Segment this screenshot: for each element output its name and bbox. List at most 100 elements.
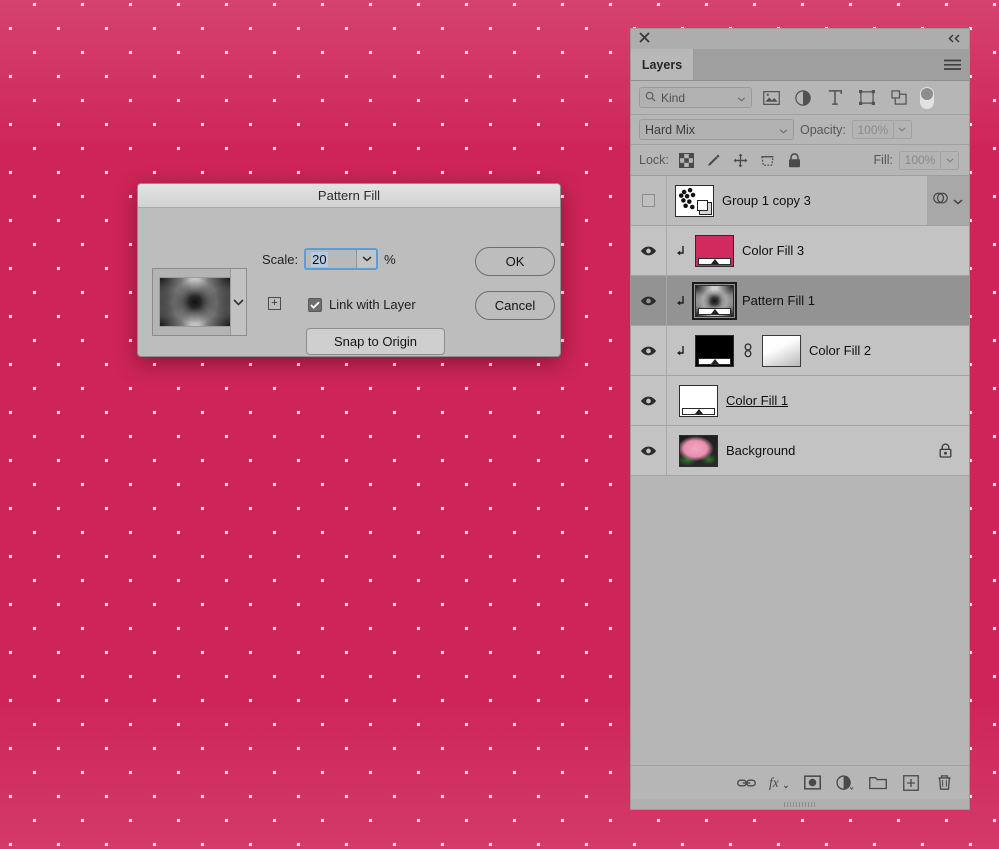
filter-kind-select[interactable]: Kind bbox=[639, 87, 752, 108]
lock-image-pixels-icon[interactable] bbox=[702, 149, 726, 171]
svg-text:fx: fx bbox=[769, 775, 779, 790]
table-row[interactable]: Color Fill 3 bbox=[631, 226, 969, 276]
layer-row-controls bbox=[927, 276, 969, 325]
chevron-down-icon bbox=[737, 91, 746, 105]
layer-visibility-toggle[interactable] bbox=[631, 326, 667, 375]
layer-name[interactable]: Group 1 copy 3 bbox=[722, 193, 811, 208]
scale-control-row: Scale: 20 % bbox=[262, 248, 396, 270]
snap-to-origin-button[interactable]: Snap to Origin bbox=[306, 328, 445, 355]
smart-object-filter-icon[interactable] bbox=[886, 87, 912, 109]
link-with-layer-row[interactable]: Link with Layer bbox=[308, 297, 416, 312]
link-chain-icon[interactable] bbox=[742, 343, 754, 358]
chevron-down-icon bbox=[779, 123, 788, 137]
fx-icon[interactable]: fx bbox=[764, 770, 794, 796]
adjustment-badge-icon[interactable] bbox=[933, 191, 948, 210]
chevron-down-icon[interactable] bbox=[953, 192, 963, 210]
fill-label: Fill: bbox=[873, 153, 893, 167]
layers-panel: Layers Kind Hard Mix Opacity: 100% Lock:… bbox=[630, 28, 970, 810]
layer-visibility-toggle[interactable] bbox=[631, 176, 667, 225]
tab-layers[interactable]: Layers bbox=[631, 49, 693, 80]
table-row[interactable]: Color Fill 2 bbox=[631, 326, 969, 376]
ok-button[interactable]: OK bbox=[475, 247, 555, 276]
layer-visibility-toggle[interactable] bbox=[631, 276, 667, 325]
background-lock-icon bbox=[927, 426, 969, 475]
scale-input-text: 20 bbox=[311, 251, 328, 267]
layer-visibility-toggle[interactable] bbox=[631, 426, 667, 475]
link-with-layer-checkbox[interactable] bbox=[308, 297, 322, 312]
layer-thumbnail[interactable] bbox=[675, 184, 714, 217]
new-group-icon[interactable] bbox=[863, 770, 893, 796]
lock-position-icon[interactable] bbox=[729, 149, 753, 171]
layer-name[interactable]: Color Fill 1 bbox=[726, 393, 788, 408]
image-filter-icon[interactable] bbox=[758, 87, 784, 109]
new-adjustment-layer-icon[interactable] bbox=[830, 770, 860, 796]
table-row[interactable]: Background bbox=[631, 426, 969, 476]
pattern-dropdown-chevron-icon[interactable] bbox=[230, 269, 246, 335]
delete-layer-icon[interactable] bbox=[929, 770, 959, 796]
scale-combobox[interactable]: 20 bbox=[304, 248, 379, 270]
panel-resize-grip[interactable] bbox=[631, 799, 969, 809]
adjustment-filter-icon[interactable] bbox=[790, 87, 816, 109]
layer-name[interactable]: Pattern Fill 1 bbox=[742, 293, 815, 308]
lock-artboard-nesting-icon[interactable] bbox=[756, 149, 780, 171]
layer-row-controls bbox=[927, 376, 969, 425]
fill-chevron-down-icon[interactable] bbox=[941, 150, 959, 170]
dialog-body: Scale: 20 % Link with Layer Snap to Orig… bbox=[138, 208, 560, 356]
fill-input[interactable]: 100% bbox=[899, 150, 941, 170]
search-icon bbox=[645, 91, 656, 105]
clipping-mask-arrow-icon bbox=[675, 345, 687, 357]
pattern-fill-dialog[interactable]: Pattern Fill Scale: 20 % Link with Layer bbox=[137, 183, 561, 357]
new-layer-icon[interactable] bbox=[896, 770, 926, 796]
layer-visibility-toggle[interactable] bbox=[631, 376, 667, 425]
dialog-titlebar[interactable]: Pattern Fill bbox=[138, 184, 560, 208]
scale-dropdown-chevron-icon[interactable] bbox=[356, 250, 377, 268]
pattern-swatch-picker[interactable] bbox=[152, 268, 247, 336]
smart-object-badge-icon bbox=[697, 199, 712, 215]
opacity-input[interactable]: 100% bbox=[851, 120, 894, 139]
close-icon[interactable] bbox=[639, 31, 650, 47]
layer-name[interactable]: Color Fill 3 bbox=[742, 243, 804, 258]
layer-row-controls bbox=[927, 326, 969, 375]
fill-slider-strip bbox=[698, 357, 731, 365]
layer-thumbnail[interactable] bbox=[695, 334, 734, 367]
scale-label: Scale: bbox=[262, 251, 299, 267]
percent-label: % bbox=[384, 251, 396, 267]
opacity-label: Opacity: bbox=[800, 122, 846, 137]
scale-input[interactable]: 20 bbox=[306, 250, 357, 268]
add-pattern-preset-container: + bbox=[268, 297, 281, 310]
link-layers-icon[interactable] bbox=[731, 770, 761, 796]
collapse-double-chevron-icon[interactable] bbox=[948, 31, 961, 47]
dialog-title: Pattern Fill bbox=[317, 188, 381, 203]
eye-icon bbox=[640, 396, 657, 405]
cancel-button[interactable]: Cancel bbox=[475, 291, 555, 320]
add-mask-icon[interactable] bbox=[797, 770, 827, 796]
layer-thumbnail[interactable] bbox=[679, 434, 718, 467]
layer-list[interactable]: Group 1 copy 3 Color Fill 3 Pattern Fill… bbox=[631, 176, 969, 765]
layer-visibility-toggle[interactable] bbox=[631, 226, 667, 275]
table-row[interactable]: Group 1 copy 3 bbox=[631, 176, 969, 226]
blend-mode-select[interactable]: Hard Mix bbox=[639, 119, 794, 140]
lock-options-row: Lock: Fill: 100% bbox=[631, 145, 969, 176]
layer-thumbnail[interactable] bbox=[679, 384, 718, 417]
layer-thumbnail[interactable] bbox=[692, 281, 737, 320]
lock-label: Lock: bbox=[639, 153, 669, 167]
lock-transparent-pixels-icon[interactable] bbox=[675, 149, 699, 171]
plus-icon[interactable]: + bbox=[268, 297, 281, 310]
grip-lines-icon bbox=[784, 801, 816, 807]
filter-enable-toggle[interactable] bbox=[920, 86, 934, 109]
table-row[interactable]: Color Fill 1 bbox=[631, 376, 969, 426]
hamburger-menu-icon[interactable] bbox=[944, 49, 961, 80]
eye-icon bbox=[640, 446, 657, 455]
pattern-preview-thumbnail[interactable] bbox=[159, 277, 231, 327]
table-row[interactable]: Pattern Fill 1 bbox=[631, 276, 969, 326]
layer-name[interactable]: Color Fill 2 bbox=[809, 343, 871, 358]
layer-name[interactable]: Background bbox=[726, 443, 795, 458]
type-filter-icon[interactable] bbox=[822, 87, 848, 109]
layer-mask-thumbnail[interactable] bbox=[762, 334, 801, 367]
layer-thumbnail[interactable] bbox=[695, 234, 734, 267]
blend-mode-value: Hard Mix bbox=[645, 122, 696, 137]
shape-filter-icon[interactable] bbox=[854, 87, 880, 109]
lock-all-icon[interactable] bbox=[783, 149, 807, 171]
opacity-chevron-down-icon[interactable] bbox=[893, 120, 912, 139]
fill-slider-strip bbox=[698, 307, 731, 315]
